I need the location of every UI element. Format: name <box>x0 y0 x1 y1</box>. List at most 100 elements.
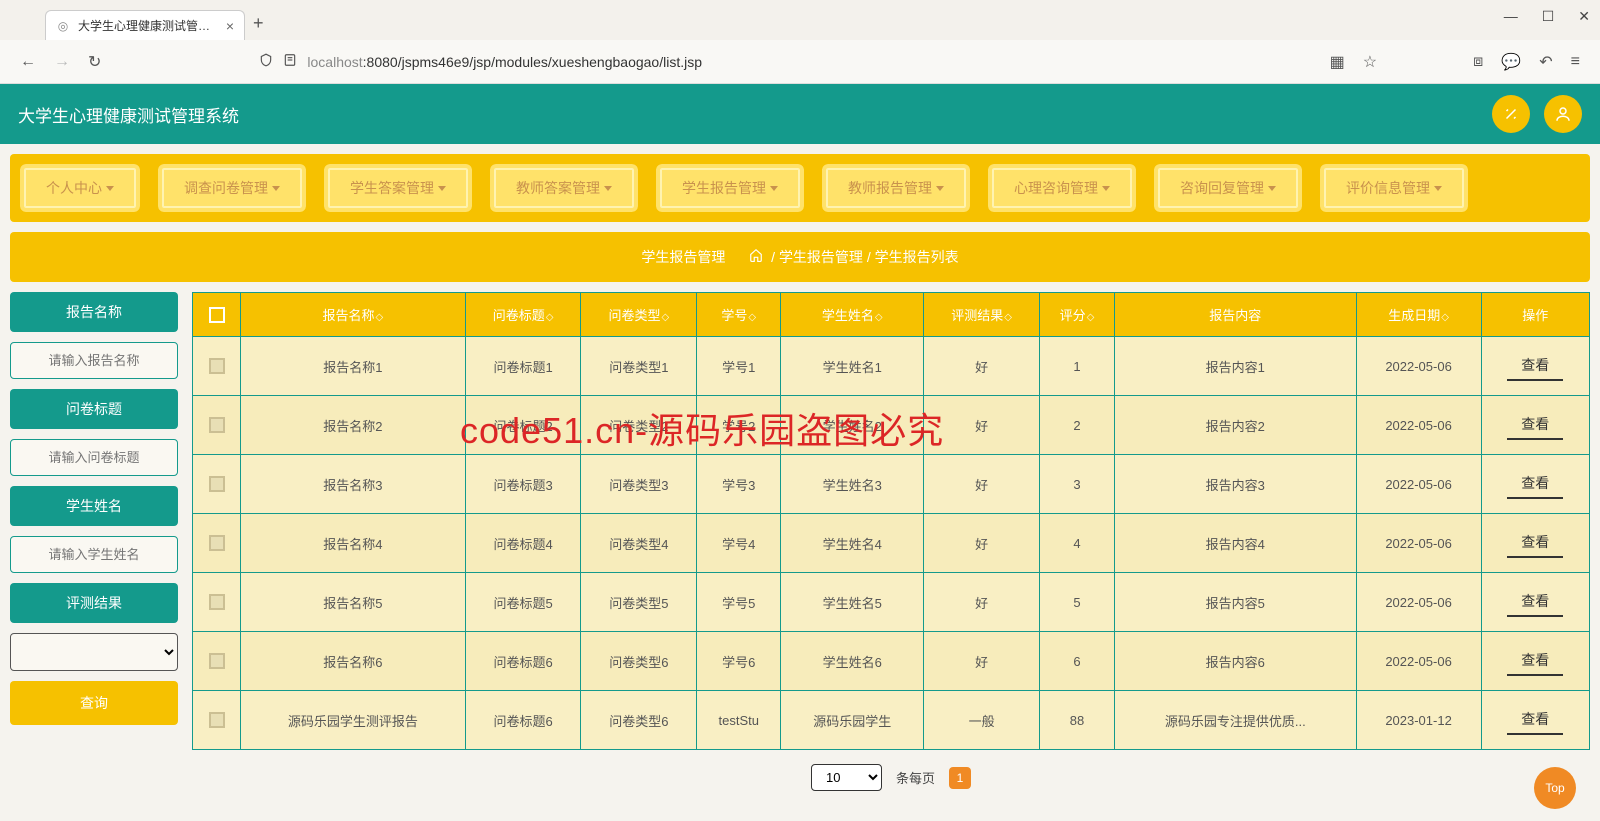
sort-icon: ◇ <box>1087 312 1095 323</box>
th-4[interactable]: 学生姓名◇ <box>781 293 924 337</box>
table-cell: 学号6 <box>697 632 781 691</box>
table-cell: 源码乐园学生测评报告 <box>241 691 466 750</box>
query-button[interactable]: 查询 <box>10 681 178 725</box>
browser-tab[interactable]: ◎ 大学生心理健康测试管理系统 × <box>45 10 245 40</box>
th-checkbox[interactable] <box>193 293 241 337</box>
qr-icon[interactable]: ▦ <box>1330 52 1345 72</box>
menu-item-1[interactable]: 调查问卷管理 <box>158 164 306 212</box>
menu-icon[interactable]: ≡ <box>1571 53 1580 71</box>
table-cell: 学生姓名2 <box>781 396 924 455</box>
crop-icon[interactable]: ⧈ <box>1473 53 1483 71</box>
sort-icon: ◇ <box>662 312 670 323</box>
view-button[interactable]: 查看 <box>1507 351 1563 381</box>
th-5[interactable]: 评测结果◇ <box>924 293 1040 337</box>
table-cell: 问卷标题3 <box>465 455 581 514</box>
window-close[interactable]: ✕ <box>1578 8 1590 25</box>
menu-item-6[interactable]: 心理咨询管理 <box>988 164 1136 212</box>
table-cell: 问卷标题4 <box>465 514 581 573</box>
nav-back-button[interactable]: ← <box>20 53 36 71</box>
view-button[interactable]: 查看 <box>1507 587 1563 617</box>
th-8[interactable]: 生成日期◇ <box>1356 293 1481 337</box>
table-cell: 2022-05-06 <box>1356 514 1481 573</box>
tools-button[interactable] <box>1492 95 1530 133</box>
th-0[interactable]: 报告名称◇ <box>241 293 466 337</box>
table-row: 报告名称2问卷标题2问卷类型2学号2学生姓名2好2报告内容22022-05-06… <box>193 396 1590 455</box>
cell-checkbox[interactable] <box>193 396 241 455</box>
main-menu: 个人中心调查问卷管理学生答案管理教师答案管理学生报告管理教师报告管理心理咨询管理… <box>10 154 1590 222</box>
table-cell: 好 <box>924 573 1040 632</box>
th-2[interactable]: 问卷类型◇ <box>581 293 697 337</box>
cell-checkbox[interactable] <box>193 691 241 750</box>
th-3[interactable]: 学号◇ <box>697 293 781 337</box>
home-icon[interactable] <box>749 248 763 262</box>
user-button[interactable] <box>1544 95 1582 133</box>
table-cell: 2022-05-06 <box>1356 455 1481 514</box>
tab-bar: ◎ 大学生心理健康测试管理系统 × + <box>0 0 1600 40</box>
chevron-down-icon <box>272 186 280 191</box>
filter-input-student-name[interactable] <box>10 536 178 573</box>
scroll-top-button[interactable]: Top <box>1534 767 1576 809</box>
cell-checkbox[interactable] <box>193 514 241 573</box>
cell-checkbox[interactable] <box>193 632 241 691</box>
chevron-down-icon <box>1434 186 1442 191</box>
breadcrumb-link-2[interactable]: 学生报告列表 <box>875 249 959 265</box>
sort-icon: ◇ <box>1441 312 1449 323</box>
table-cell: 2022-05-06 <box>1356 632 1481 691</box>
filter-label-result: 评测结果 <box>10 583 178 623</box>
url-bar[interactable]: localhost:8080/jspms46e9/jsp/modules/xue… <box>259 53 1311 70</box>
table-cell: 好 <box>924 514 1040 573</box>
cell-checkbox[interactable] <box>193 573 241 632</box>
table-cell: 1 <box>1040 337 1115 396</box>
table-cell: 报告名称5 <box>241 573 466 632</box>
menu-item-7[interactable]: 咨询回复管理 <box>1154 164 1302 212</box>
menu-item-8[interactable]: 评价信息管理 <box>1320 164 1468 212</box>
table-cell: 报告名称6 <box>241 632 466 691</box>
filter-select-result[interactable] <box>10 633 178 671</box>
table-cell: 2022-05-06 <box>1356 573 1481 632</box>
table-cell: 6 <box>1040 632 1115 691</box>
filter-input-survey-title[interactable] <box>10 439 178 476</box>
filter-input-report-name[interactable] <box>10 342 178 379</box>
nav-reload-button[interactable]: ↻ <box>88 52 101 72</box>
table-cell: 问卷类型6 <box>581 632 697 691</box>
th-1[interactable]: 问卷标题◇ <box>465 293 581 337</box>
menu-item-4[interactable]: 学生报告管理 <box>656 164 804 212</box>
menu-item-0[interactable]: 个人中心 <box>20 164 140 212</box>
cell-checkbox[interactable] <box>193 455 241 514</box>
cell-action: 查看 <box>1481 455 1590 514</box>
view-button[interactable]: 查看 <box>1507 705 1563 735</box>
app: 大学生心理健康测试管理系统 个人中心调查问卷管理学生答案管理教师答案管理学生报告… <box>0 84 1600 821</box>
sort-icon: ◇ <box>546 312 554 323</box>
view-button[interactable]: 查看 <box>1507 528 1563 558</box>
breadcrumb-link-1[interactable]: 学生报告管理 <box>779 249 863 265</box>
th-6[interactable]: 评分◇ <box>1040 293 1115 337</box>
table-row: 报告名称4问卷标题4问卷类型4学号4学生姓名4好4报告内容42022-05-06… <box>193 514 1590 573</box>
window-maximize[interactable]: ☐ <box>1542 8 1555 25</box>
menu-item-3[interactable]: 教师答案管理 <box>490 164 638 212</box>
new-tab-button[interactable]: + <box>253 13 264 34</box>
cell-action: 查看 <box>1481 396 1590 455</box>
sort-icon: ◇ <box>875 312 883 323</box>
view-button[interactable]: 查看 <box>1507 410 1563 440</box>
tab-close-icon[interactable]: × <box>226 18 234 34</box>
cell-checkbox[interactable] <box>193 337 241 396</box>
bookmark-icon[interactable]: ☆ <box>1363 52 1377 72</box>
page-number[interactable]: 1 <box>949 767 971 789</box>
table-cell: 问卷类型6 <box>581 691 697 750</box>
table-cell: 2022-05-06 <box>1356 337 1481 396</box>
tab-title: 大学生心理健康测试管理系统 <box>78 17 218 34</box>
page-size-select[interactable]: 10 <box>811 764 882 791</box>
app-title: 大学生心理健康测试管理系统 <box>18 102 239 127</box>
nav-forward-button[interactable]: → <box>54 53 70 71</box>
window-minimize[interactable]: — <box>1504 8 1518 25</box>
chat-icon[interactable]: 💬 <box>1501 52 1521 72</box>
menu-item-2[interactable]: 学生答案管理 <box>324 164 472 212</box>
filter-label-survey-title: 问卷标题 <box>10 389 178 429</box>
view-button[interactable]: 查看 <box>1507 469 1563 499</box>
undo-icon[interactable]: ↶ <box>1539 52 1552 72</box>
table-row: 报告名称3问卷标题3问卷类型3学号3学生姓名3好3报告内容32022-05-06… <box>193 455 1590 514</box>
table-cell: 好 <box>924 455 1040 514</box>
view-button[interactable]: 查看 <box>1507 646 1563 676</box>
menu-item-5[interactable]: 教师报告管理 <box>822 164 970 212</box>
table-cell: 报告内容5 <box>1114 573 1356 632</box>
